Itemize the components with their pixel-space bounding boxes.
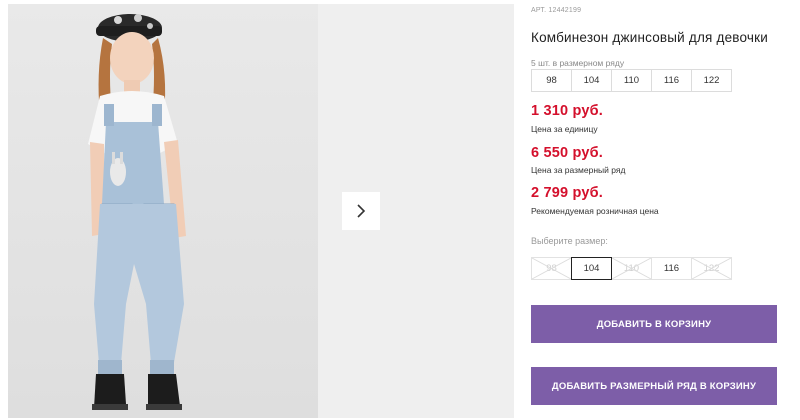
retail-price-label: Рекомендуемая розничная цена xyxy=(531,206,659,216)
product-gallery xyxy=(8,4,514,418)
retail-price: 2 799 руб. xyxy=(531,185,604,201)
unit-price: 1 310 руб. xyxy=(531,103,604,119)
pack-size-item: 98 xyxy=(531,69,572,92)
product-sku: АРТ. 12442199 xyxy=(531,7,582,14)
product-title: Комбинезон джинсовый для девочки xyxy=(531,30,768,45)
pack-price: 6 550 руб. xyxy=(531,145,604,161)
size-option-116[interactable]: 116 xyxy=(651,257,692,280)
pack-size-item: 104 xyxy=(571,69,612,92)
size-select-label: Выберите размер: xyxy=(531,236,608,246)
gallery-next-button[interactable] xyxy=(342,192,380,230)
size-option-98: 98 xyxy=(531,257,572,280)
size-selector: 98 104 110 116 122 xyxy=(531,257,732,280)
product-info-panel: АРТ. 12442199 Комбинезон джинсовый для д… xyxy=(531,0,793,420)
size-option-label: 104 xyxy=(583,263,600,274)
chevron-right-icon xyxy=(357,204,366,218)
add-to-cart-button[interactable]: ДОБАВИТЬ В КОРЗИНУ xyxy=(531,305,777,343)
product-photo xyxy=(8,4,318,418)
pack-size-item: 110 xyxy=(611,69,652,92)
size-option-label: 122 xyxy=(703,263,720,274)
size-option-label: 98 xyxy=(546,263,557,274)
unit-price-label: Цена за единицу xyxy=(531,124,598,134)
pack-size-item: 116 xyxy=(651,69,692,92)
pack-price-label: Цена за размерный ряд xyxy=(531,165,626,175)
pack-size-list: 98 104 110 116 122 xyxy=(531,69,732,92)
size-option-label: 110 xyxy=(623,263,640,274)
add-pack-to-cart-button[interactable]: ДОБАВИТЬ РАЗМЕРНЫЙ РЯД В КОРЗИНУ xyxy=(531,367,777,405)
size-option-110: 110 xyxy=(611,257,652,280)
product-photo-illustration xyxy=(88,14,186,410)
pack-size-label: 5 шт. в размерном ряду xyxy=(531,58,625,68)
size-option-104[interactable]: 104 xyxy=(571,257,612,280)
size-option-122: 122 xyxy=(691,257,732,280)
pack-size-item: 122 xyxy=(691,69,732,92)
size-option-label: 116 xyxy=(663,263,680,274)
